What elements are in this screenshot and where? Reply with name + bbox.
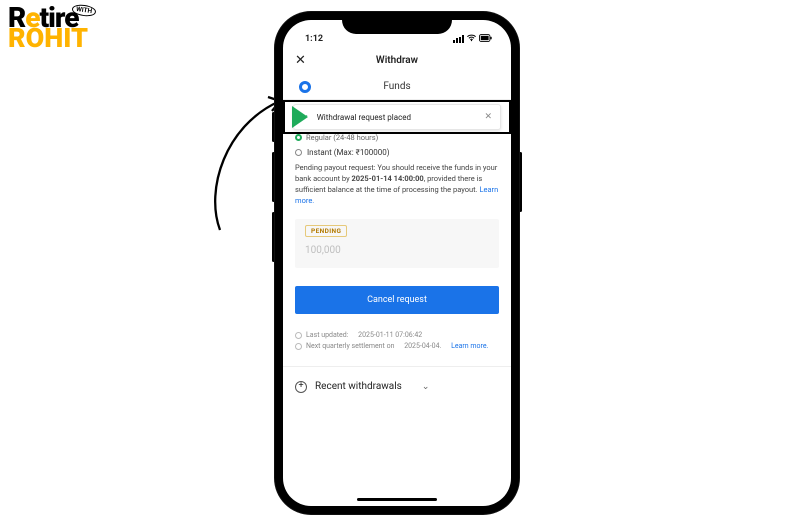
brand-logo: Retire WITH ROHIT <box>8 6 88 50</box>
titlebar: ✕ Withdraw <box>283 46 511 74</box>
clock-icon <box>295 332 302 339</box>
toast-message: Withdrawal request placed <box>317 113 411 122</box>
phone-notch <box>342 12 452 34</box>
option-regular-label: Regular (24-48 hours) <box>306 133 378 142</box>
pending-amount-card: PENDING 100,000 <box>295 219 499 268</box>
broker-label: Funds <box>383 81 410 92</box>
pending-notice: Pending payout request: You should recei… <box>295 163 499 207</box>
plus-circle-icon: + <box>295 381 307 393</box>
app-screen: 1:12 ✕ Withdraw Funds <box>283 20 511 506</box>
pending-amount: 100,000 <box>305 245 489 256</box>
pending-badge: PENDING <box>305 225 347 237</box>
close-icon[interactable]: ✕ <box>295 53 306 68</box>
success-toast: ✓ Withdrawal request placed ✕ <box>293 104 501 130</box>
option-regular[interactable]: Regular (24-48 hours) <box>295 133 378 142</box>
recent-withdrawals-row[interactable]: + Recent withdrawals ⌄ <box>295 381 499 433</box>
battery-icon <box>479 34 493 44</box>
cancel-request-button[interactable]: Cancel request <box>295 286 499 314</box>
learn-more-link-2[interactable]: Learn more. <box>451 341 488 352</box>
page-title: Withdraw <box>376 55 418 66</box>
clock-icon <box>295 343 302 350</box>
recent-withdrawals-label: Recent withdrawals <box>315 381 402 392</box>
wifi-icon <box>467 34 476 44</box>
status-time: 1:12 <box>305 34 323 44</box>
divider <box>283 366 511 367</box>
radio-selected-icon <box>295 134 302 141</box>
toast-close-icon[interactable]: ✕ <box>484 112 492 122</box>
radio-unselected-icon <box>295 149 302 156</box>
phone-mock: 1:12 ✕ Withdraw Funds <box>275 12 519 514</box>
option-instant[interactable]: Instant (Max: ₹100000) <box>295 148 499 157</box>
broker-row[interactable]: Funds <box>283 74 511 100</box>
broker-logo-icon <box>299 81 311 93</box>
signal-icon <box>453 35 464 43</box>
annotation-green-arrow <box>292 106 308 128</box>
option-instant-label: Instant (Max: ₹100000) <box>307 148 390 157</box>
meta-info: Last updated: 2025-01-11 07:06:42 Next q… <box>295 330 499 352</box>
chevron-down-icon: ⌄ <box>422 382 430 392</box>
home-indicator[interactable] <box>357 498 437 501</box>
